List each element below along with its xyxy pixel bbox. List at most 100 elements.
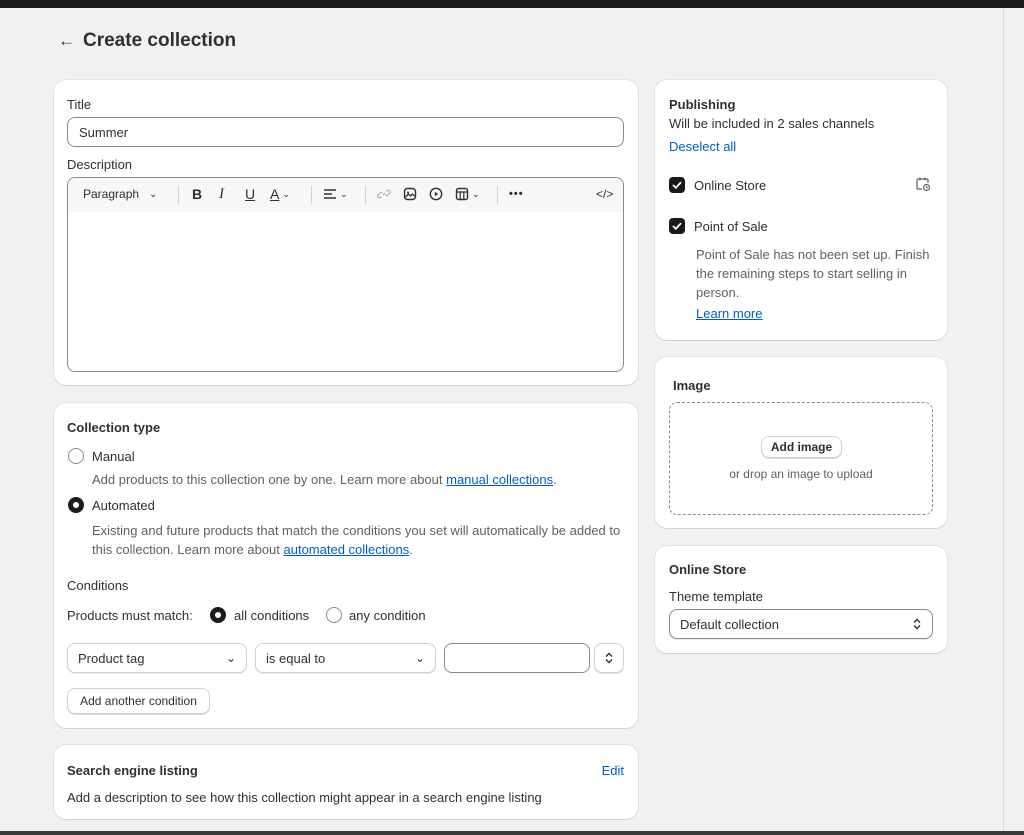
underline-button[interactable]: U [245,178,255,210]
chevron-down-icon: ⌄ [472,188,480,199]
automated-label[interactable]: Automated [92,498,155,513]
condition-relation-select[interactable]: is equal to ⌄ [255,643,436,673]
manual-label[interactable]: Manual [92,449,135,464]
bottom-bar [0,831,1024,835]
all-conditions-label[interactable]: all conditions [234,608,309,623]
toolbar-divider [311,186,312,204]
image-heading: Image [673,378,711,393]
toolbar-divider [497,186,498,204]
publishing-heading: Publishing [669,97,736,112]
add-condition-label: Add another condition [80,694,197,708]
point-of-sale-label[interactable]: Point of Sale [694,219,768,234]
selector-icon [605,652,613,664]
image-card: Image Add image or drop an image to uplo… [655,357,947,528]
automated-collections-link[interactable]: automated collections [284,542,410,557]
seo-edit-link[interactable]: Edit [602,763,624,778]
theme-template-select[interactable]: Default collection [669,609,933,639]
seo-description: Add a description to see how this collec… [67,790,542,805]
selector-icon [913,618,921,630]
toolbar-divider [178,186,179,204]
more-icon: ••• [509,188,524,200]
scroll-track [1003,8,1004,831]
theme-template-value: Default collection [680,616,779,632]
chevron-down-icon: ⌄ [340,188,348,199]
back-arrow-icon[interactable]: ← [58,31,82,51]
any-condition-label[interactable]: any condition [349,608,426,623]
any-condition-radio[interactable] [326,607,342,623]
text-color-icon: A [270,186,280,202]
checkmark-icon [672,181,682,189]
products-must-match-label: Products must match: [67,608,193,623]
description-label: Description [67,157,133,172]
publishing-card: Publishing Will be included in 2 sales c… [655,80,947,340]
manual-radio[interactable] [68,448,84,464]
bold-button[interactable]: B [192,178,202,210]
online-store-card: Online Store Theme template Default coll… [655,546,947,653]
online-store-checkbox[interactable] [669,177,685,193]
description-editor[interactable]: Paragraph ⌄ B I U A ⌄ ⌄ ⌄ ••• </> [67,177,624,372]
title-description-card: Title Summer Description Paragraph ⌄ B I… [54,80,638,385]
editor-toolbar: Paragraph ⌄ B I U A ⌄ ⌄ ⌄ ••• </> [68,178,623,212]
page-title: Create collection [83,30,237,51]
learn-more-link[interactable]: Learn more [696,306,762,321]
title-input[interactable]: Summer [67,117,624,147]
automated-help-end: . [409,542,413,557]
manual-collections-link[interactable]: manual collections [446,472,553,487]
seo-card: Search engine listing Edit Add a descrip… [54,745,638,819]
drop-image-text: or drop an image to upload [729,467,873,481]
code-icon: </> [596,187,614,201]
align-left-icon [324,189,336,199]
insert-image-button[interactable] [403,178,417,210]
bold-icon: B [192,186,203,202]
manual-help-text: Add products to this collection one by o… [92,472,632,487]
link-button[interactable] [377,178,391,210]
format-select-label: Paragraph [83,187,140,201]
manual-help-prefix: Add products to this collection one by o… [92,472,447,487]
add-image-label: Add image [770,440,833,454]
italic-icon: I [219,185,224,202]
code-view-button[interactable]: </> [596,178,613,210]
italic-button[interactable]: I [219,178,224,210]
more-options-button[interactable]: ••• [509,178,524,210]
align-button[interactable]: ⌄ [323,178,348,210]
online-store-heading: Online Store [669,562,747,577]
checkmark-icon [672,222,682,230]
deselect-all-link[interactable]: Deselect all [669,139,736,154]
theme-template-label: Theme template [669,589,763,604]
collection-type-card: Collection type Manual Add products to t… [54,403,638,728]
all-conditions-radio[interactable] [210,607,226,623]
chevron-down-icon: ⌄ [282,188,290,199]
condition-value-stepper[interactable] [594,643,624,673]
add-another-condition-button[interactable]: Add another condition [67,688,210,714]
title-label: Title [67,97,92,112]
condition-field-select[interactable]: Product tag ⌄ [67,643,247,673]
toolbar-divider [365,186,366,204]
link-icon [377,189,391,199]
add-image-button[interactable]: Add image [761,436,842,458]
underline-icon: U [245,186,256,202]
condition-value-input[interactable] [444,643,590,673]
title-input-value: Summer [79,124,129,140]
table-icon [455,187,469,201]
collection-type-heading: Collection type [67,420,161,435]
format-select[interactable]: Paragraph ⌄ [83,178,157,210]
conditions-heading: Conditions [67,578,129,593]
condition-field-value: Product tag [78,650,145,666]
top-bar [0,0,1024,8]
insert-table-button[interactable]: ⌄ [455,178,480,210]
insert-video-button[interactable] [429,178,443,210]
manual-help-end: . [553,472,557,487]
schedule-calendar-icon[interactable] [915,176,931,195]
online-store-label[interactable]: Online Store [694,178,766,193]
chevron-down-icon: ⌄ [149,188,158,200]
seo-heading: Search engine listing [67,763,198,778]
image-dropzone[interactable]: Add image or drop an image to upload [669,402,933,515]
chevron-down-icon: ⌄ [414,651,425,665]
automated-radio[interactable] [68,497,84,513]
automated-help-text: Existing and future products that match … [92,521,632,559]
text-color-button[interactable]: A ⌄ [270,178,290,210]
page-header: ← Create collection [58,30,236,52]
image-icon [403,187,417,201]
chevron-down-icon: ⌄ [225,651,236,665]
point-of-sale-checkbox[interactable] [669,218,685,234]
